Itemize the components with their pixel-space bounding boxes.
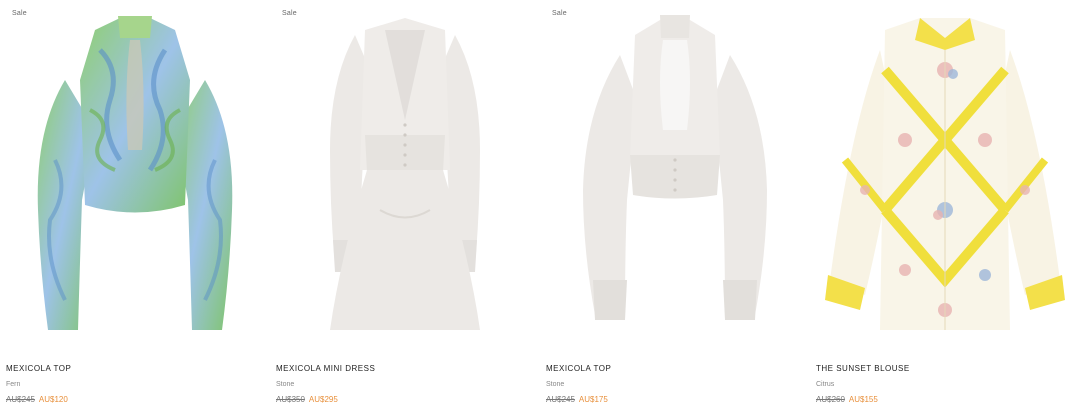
stone-cropped-blouse-image	[583, 15, 767, 320]
product-card[interactable]: THE SUNSET BLOUSE Citrus AU$260 AU$155	[810, 0, 1080, 411]
product-meta: MEXICOLA MINI DRESS Stone AU$350 AU$295	[276, 364, 534, 404]
sale-price: AU$175	[578, 395, 608, 404]
sale-price: AU$295	[308, 395, 338, 404]
sale-price: AU$155	[848, 395, 878, 404]
product-meta: MEXICOLA TOP Stone AU$245 AU$175	[546, 364, 804, 404]
yellow-floral-shirt-image	[825, 18, 1065, 330]
product-card[interactable]: Sale	[0, 0, 270, 411]
product-color: Stone	[276, 381, 295, 388]
product-color: Citrus	[816, 381, 835, 388]
product-image[interactable]	[0, 0, 270, 350]
product-image[interactable]	[270, 0, 540, 350]
original-price: AU$245	[6, 395, 35, 404]
product-prices: AU$245 AU$120	[6, 395, 264, 404]
product-color: Stone	[546, 381, 565, 388]
product-prices: AU$245 AU$175	[546, 395, 804, 404]
product-image[interactable]	[810, 0, 1080, 350]
original-price: AU$350	[276, 395, 305, 404]
product-grid: Sale MEXICOLA TOP Fern AU$245 AU$120 Sal…	[0, 0, 1080, 411]
stone-mini-dress-image	[330, 18, 480, 330]
product-name[interactable]: MEXICOLA MINI DRESS	[276, 364, 534, 373]
product-prices: AU$260 AU$155	[816, 395, 1074, 404]
original-price: AU$245	[546, 395, 575, 404]
product-name[interactable]: MEXICOLA TOP	[6, 364, 264, 373]
product-card[interactable]: Sale	[270, 0, 540, 411]
product-color: Fern	[6, 381, 21, 388]
product-name[interactable]: MEXICOLA TOP	[546, 364, 804, 373]
product-card[interactable]: Sale	[540, 0, 810, 411]
product-meta: MEXICOLA TOP Fern AU$245 AU$120	[6, 364, 264, 404]
original-price: AU$260	[816, 395, 845, 404]
product-name[interactable]: THE SUNSET BLOUSE	[816, 364, 1074, 373]
product-image[interactable]	[540, 0, 810, 350]
green-swirl-blouse-image	[37, 16, 233, 330]
sale-price: AU$120	[38, 395, 68, 404]
product-meta: THE SUNSET BLOUSE Citrus AU$260 AU$155	[816, 364, 1074, 404]
product-prices: AU$350 AU$295	[276, 395, 534, 404]
